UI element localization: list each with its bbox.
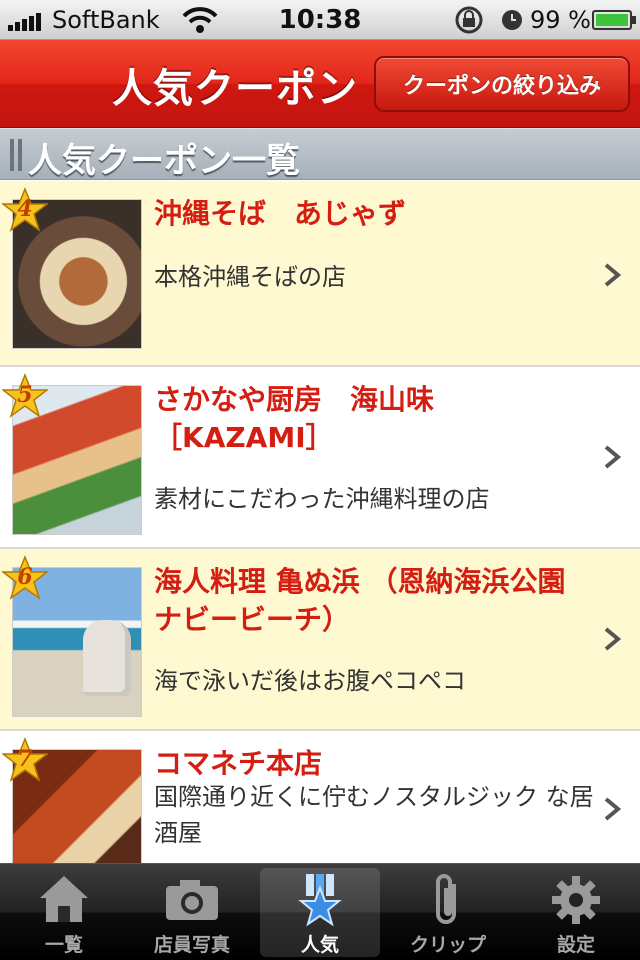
rank-number: 7 [17,746,33,772]
rank-number: 6 [17,564,33,590]
chevron-right-icon [602,445,622,469]
paperclip-icon [384,872,512,928]
shop-name: コマネチ本店 [154,747,323,780]
chevron-right-icon [602,627,622,651]
tab-list[interactable]: 一覧 [0,864,128,960]
tab-label: 設定 [556,934,595,956]
status-bar: SoftBank 10:38 99 % [0,0,640,40]
list-item[interactable]: 6 海人料理 亀ぬ浜 （恩納海浜公園ナビービーチ） 海で泳いだ後はお腹ペコペコ [0,549,640,731]
shop-name: さかなや厨房 海山味［KAZAMI］ [154,383,435,454]
section-title: 人気クーポン一覧 [28,141,300,181]
coupon-filter-button[interactable]: クーポンの絞り込み [374,56,630,112]
rank-star-icon: 5 [2,373,48,419]
tab-bar: 一覧 店員写真 人気 クリップ 設定 [0,863,640,960]
battery-icon [592,10,636,30]
tab-settings[interactable]: 設定 [512,864,640,960]
section-header: 人気クーポン一覧 [0,128,640,181]
rank-star-icon: 6 [2,555,48,601]
tab-label: クリップ [409,934,486,956]
chevron-right-icon [602,263,622,287]
chevron-right-icon [602,797,622,821]
rank-star-icon: 4 [2,187,48,233]
shop-description: 海で泳いだ後はお腹ペコペコ [154,667,466,695]
shop-name: 海人料理 亀ぬ浜 （恩納海浜公園ナビービーチ） [154,565,566,636]
battery-percent: 99 % [530,6,591,34]
tab-label: 店員写真 [153,934,230,956]
alarm-clock-icon [500,8,524,38]
navigation-bar: 人気クーポン クーポンの絞り込み [0,40,640,128]
list-item[interactable]: 7 コマネチ本店 国際通り近くに佇むノスタルジック な居酒屋 [0,731,640,863]
shop-description: 本格沖縄そばの店 [154,263,346,291]
coupon-list[interactable]: 4 沖縄そば あじゃず 本格沖縄そばの店 5 さかなや厨房 海山味［KAZAMI… [0,181,640,863]
tab-staff-photos[interactable]: 店員写真 [128,864,256,960]
ribbon-star-icon [256,872,384,928]
tab-popular[interactable]: 人気 [256,864,384,960]
list-item[interactable]: 5 さかなや厨房 海山味［KAZAMI］ 素材にこだわった沖縄料理の店 [0,367,640,549]
tab-label: 一覧 [44,934,83,956]
tab-clip[interactable]: クリップ [384,864,512,960]
camera-icon [128,872,256,928]
rank-star-icon: 7 [2,737,48,783]
rotation-lock-icon [452,6,486,40]
shop-description: 国際通り近くに佇むノスタルジック な居酒屋 [154,783,594,847]
gear-icon [512,872,640,928]
list-item[interactable]: 4 沖縄そば あじゃず 本格沖縄そばの店 [0,181,640,367]
tab-label: 人気 [300,934,339,956]
section-stripe-decoration [10,139,26,171]
shop-name: 沖縄そば あじゃず [154,197,407,230]
home-icon [0,872,128,928]
rank-number: 4 [17,196,33,222]
rank-number: 5 [17,382,33,408]
shop-description: 素材にこだわった沖縄料理の店 [154,485,490,513]
